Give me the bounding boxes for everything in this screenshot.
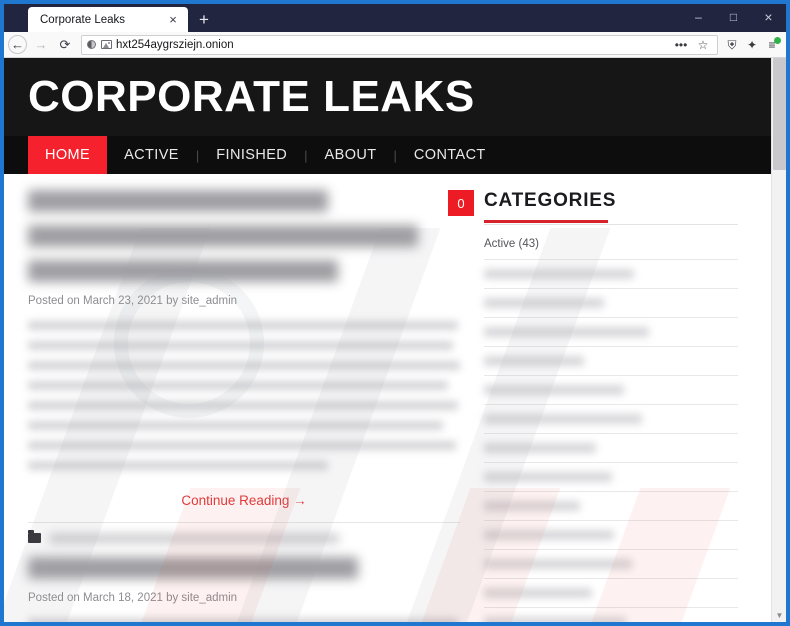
post-title-redacted[interactable] xyxy=(28,190,460,282)
vertical-scrollbar[interactable]: ▼ xyxy=(771,58,786,622)
overflow-menu-icon[interactable]: ••• xyxy=(671,34,691,56)
minimize-icon[interactable]: – xyxy=(681,4,716,30)
web-page: CORPORATE LEAKS HOME ACTIVE | FINISHED |… xyxy=(4,58,771,622)
maximize-icon[interactable]: □ xyxy=(716,4,751,30)
sidebar-item-redacted[interactable] xyxy=(484,521,738,550)
sidebar-item-redacted[interactable] xyxy=(484,434,738,463)
continue-reading-wrap: Continue Reading → xyxy=(28,481,460,522)
nav-item-finished[interactable]: FINISHED xyxy=(199,136,304,174)
reload-icon[interactable]: ⟳ xyxy=(53,34,77,56)
nav-item-contact[interactable]: CONTACT xyxy=(397,136,503,174)
comment-count-badge[interactable]: 0 xyxy=(448,190,474,216)
page-content: 0 Posted on March 23, 2021 by site_admin xyxy=(4,174,771,622)
sidebar-item-redacted[interactable] xyxy=(484,608,738,622)
widget-rule xyxy=(484,224,738,225)
update-badge-icon xyxy=(774,36,781,44)
post-meta: Posted on March 18, 2021 by site_admin xyxy=(28,592,238,604)
site-title: CORPORATE LEAKS xyxy=(28,72,475,121)
tab-strip: Corporate Leaks × + – □ × xyxy=(4,4,786,32)
sidebar-item-redacted[interactable] xyxy=(484,492,738,521)
nav-item-home[interactable]: HOME xyxy=(28,136,108,174)
page-viewport: CORPORATE LEAKS HOME ACTIVE | FINISHED |… xyxy=(4,58,786,622)
sidebar-item-redacted[interactable] xyxy=(484,550,738,579)
bookmark-star-icon[interactable]: ☆ xyxy=(693,34,713,56)
post-body-redacted xyxy=(28,321,460,470)
image-icon xyxy=(101,39,112,50)
window-close-icon[interactable]: × xyxy=(751,4,786,30)
back-icon[interactable]: ← xyxy=(8,35,27,54)
sidebar-item-redacted[interactable] xyxy=(484,376,738,405)
cleanup-broom-icon[interactable]: ✦ xyxy=(742,34,762,56)
scrollbar-thumb[interactable] xyxy=(773,58,786,170)
menu-hamburger-icon[interactable]: ≡ xyxy=(762,34,782,56)
post-category-redacted[interactable] xyxy=(49,533,339,543)
sidebar-item-redacted[interactable] xyxy=(484,463,738,492)
post-body-redacted xyxy=(28,618,460,622)
folder-icon xyxy=(28,530,41,543)
browser-tab-active[interactable]: Corporate Leaks × xyxy=(28,7,188,32)
continue-reading-link[interactable]: Continue Reading → xyxy=(181,493,306,508)
scroll-down-icon[interactable]: ▼ xyxy=(772,608,786,622)
sidebar-item-redacted[interactable] xyxy=(484,405,738,434)
sidebar-item-redacted[interactable] xyxy=(484,579,738,608)
sidebar: CATEGORIES Active (43) xyxy=(484,174,760,622)
widget-title-categories: CATEGORIES xyxy=(484,190,617,211)
site-navigation: HOME ACTIVE | FINISHED | ABOUT | CONTACT xyxy=(4,136,771,174)
post-divider xyxy=(28,522,460,523)
url-bar[interactable]: hxt254aygrsziejn.onion ••• ☆ xyxy=(81,34,718,56)
tab-title: Corporate Leaks xyxy=(40,13,126,26)
main-column: 0 Posted on March 23, 2021 by site_admin xyxy=(4,174,484,622)
forward-icon[interactable]: → xyxy=(29,34,53,56)
sidebar-item-redacted[interactable] xyxy=(484,260,738,289)
browser-toolbar: ← → ⟳ hxt254aygrsziejn.onion ••• ☆ ⛨ ✦ ≡ xyxy=(4,32,786,58)
shield-icon[interactable]: ⛨ xyxy=(722,34,742,56)
sidebar-item-redacted[interactable] xyxy=(484,289,738,318)
site-info-icon[interactable] xyxy=(86,39,97,50)
site-header: CORPORATE LEAKS xyxy=(4,58,771,136)
nav-item-active[interactable]: ACTIVE xyxy=(107,136,196,174)
url-text[interactable]: hxt254aygrsziejn.onion xyxy=(116,39,234,51)
sidebar-item-active[interactable]: Active (43) xyxy=(484,234,738,260)
new-tab-button[interactable]: + xyxy=(190,7,218,32)
post-item: 0 Posted on March 18, 2021 by site_admin xyxy=(28,530,460,622)
post-title-redacted[interactable] xyxy=(28,557,460,579)
sidebar-item-redacted[interactable] xyxy=(484,347,738,376)
widget-underline xyxy=(484,220,608,223)
window-controls: – □ × xyxy=(681,4,786,30)
post-category-row xyxy=(28,530,460,543)
post-meta: Posted on March 23, 2021 by site_admin xyxy=(28,295,238,307)
post-item: 0 Posted on March 23, 2021 by site_admin xyxy=(28,190,474,522)
close-icon[interactable]: × xyxy=(166,13,180,27)
sidebar-item-redacted[interactable] xyxy=(484,318,738,347)
nav-item-about[interactable]: ABOUT xyxy=(308,136,394,174)
url-bar-actions: ••• ☆ xyxy=(671,34,713,56)
browser-window: Corporate Leaks × + – □ × ← → ⟳ hxt254ay… xyxy=(0,0,790,626)
